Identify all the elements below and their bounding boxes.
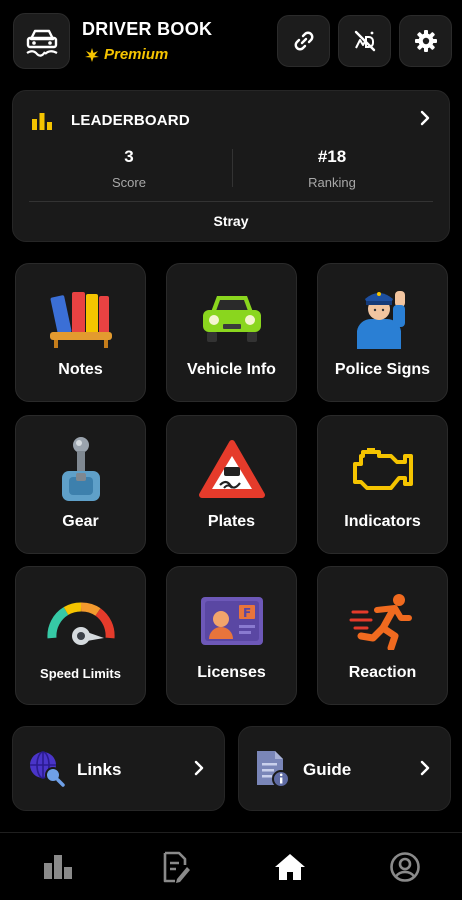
bar-chart-icon [32, 113, 52, 130]
svg-text:F: F [243, 606, 251, 620]
tile-notes[interactable]: Notes [15, 263, 146, 402]
username: Stray [213, 213, 249, 229]
tile-label: Licenses [197, 664, 266, 681]
link-button[interactable] [277, 15, 330, 67]
tile-gear[interactable]: Gear [15, 415, 146, 554]
profile-icon [390, 852, 420, 882]
settings-icon [414, 30, 437, 52]
slippery-road-sign-icon [198, 440, 265, 498]
tile-label: Notes [58, 361, 103, 378]
tile-label: Reaction [348, 664, 417, 681]
guide-card[interactable]: Guide [238, 726, 451, 811]
nav-tests[interactable] [158, 849, 194, 885]
no-ads-icon [354, 30, 375, 52]
chevron-right-icon [194, 760, 204, 776]
app-title: DRIVER BOOK [82, 19, 213, 39]
nav-home[interactable] [272, 849, 308, 885]
tile-speed-limits[interactable]: Speed Limits [15, 566, 146, 705]
remove-ads-button[interactable] [338, 15, 391, 67]
stats-icon [44, 855, 72, 879]
ranking-label: Ranking [308, 175, 356, 190]
home-icon [275, 854, 305, 880]
tile-indicators[interactable]: Indicators [317, 415, 448, 554]
chevron-right-icon [420, 110, 430, 126]
nav-stats[interactable] [40, 849, 76, 885]
settings-button[interactable] [399, 15, 452, 67]
license-card-icon: F [200, 597, 263, 645]
tile-licenses[interactable]: F Licenses [166, 566, 297, 705]
leaderboard-card[interactable]: LEADERBOARD 3 Score #18 Ranking Stray [12, 90, 450, 242]
speedometer-icon [46, 602, 115, 645]
links-label: Links [77, 760, 122, 779]
document-info-icon [257, 751, 290, 788]
edit-document-icon [163, 851, 190, 883]
score-value: 3 [124, 147, 134, 166]
tile-reaction[interactable]: Reaction [317, 566, 448, 705]
car-icon [202, 296, 261, 342]
tile-label: Plates [207, 513, 256, 530]
link-icon [294, 31, 313, 51]
tile-plates[interactable]: Plates [166, 415, 297, 554]
leaf-icon [85, 47, 99, 62]
ranking-value: #18 [317, 147, 347, 166]
tile-label: Speed Limits [40, 666, 121, 681]
app-header: DRIVER BOOK Premium [0, 0, 462, 82]
leaderboard-title: LEADERBOARD [71, 112, 190, 129]
gear-stick-icon [61, 437, 100, 501]
books-icon [49, 292, 112, 348]
stat-divider [232, 149, 233, 187]
chevron-right-icon [420, 760, 430, 776]
police-officer-icon [356, 291, 405, 349]
app-logo-icon [13, 13, 70, 69]
engine-check-icon [352, 448, 413, 490]
globe-search-icon [30, 751, 65, 787]
tile-label: Vehicle Info [187, 361, 276, 378]
premium-label: Premium [104, 46, 169, 63]
tile-label: Police Signs [334, 361, 431, 378]
running-man-icon [349, 594, 412, 650]
tile-vehicle-info[interactable]: Vehicle Info [166, 263, 297, 402]
tile-police-signs[interactable]: Police Signs [317, 263, 448, 402]
premium-badge[interactable]: Premium [84, 46, 168, 63]
guide-label: Guide [303, 760, 352, 779]
tile-label: Gear [62, 513, 99, 530]
leaderboard-divider [29, 201, 433, 202]
nav-profile[interactable] [387, 849, 423, 885]
score-label: Score [112, 175, 146, 190]
links-card[interactable]: Links [12, 726, 225, 811]
tile-label: Indicators [344, 513, 421, 530]
bottom-navigation [0, 832, 462, 900]
